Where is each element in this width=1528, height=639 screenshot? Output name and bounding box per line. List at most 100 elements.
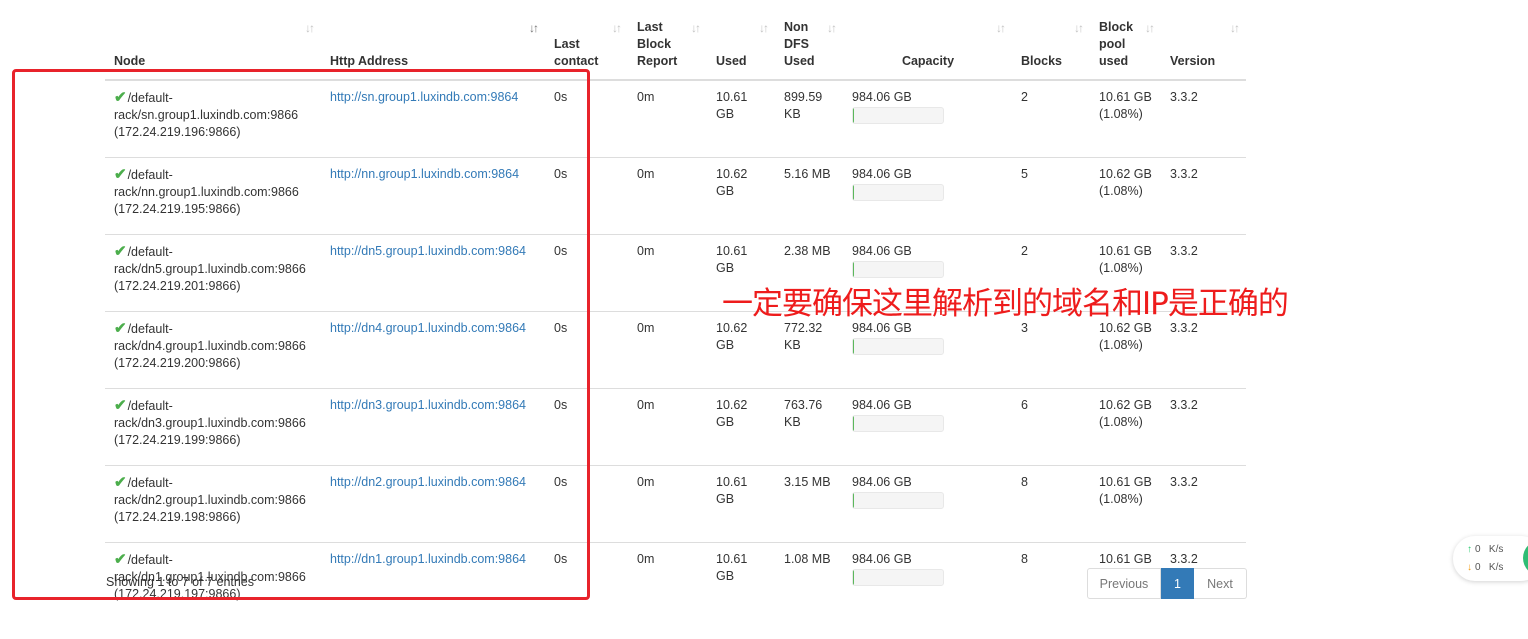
used: 10.61 GB [716,244,748,275]
capacity-value: 984.06 GB [852,244,912,258]
non-dfs-used: 899.59 KB [784,90,823,121]
upload-value: 0 [1475,544,1481,555]
column-header-0[interactable]: Node ↓↑ [105,10,321,81]
version: 3.3.2 [1170,167,1198,181]
node-host: rack/nn.group1.luxindb.com:9866 [114,185,299,199]
table-row: ✔/default-rack/nn.group1.luxindb.com:986… [105,157,1246,235]
non-dfs-used: 5.16 MB [784,167,831,181]
column-header-5[interactable]: Non DFS Used ↓↑ [775,10,843,81]
version: 3.3.2 [1170,90,1198,104]
next-page-button[interactable]: Next [1194,568,1247,599]
used: 10.61 GB [716,552,748,583]
column-header-label: Last contact [554,37,599,68]
column-header-6[interactable]: Capacity ↓↑ [843,10,1012,81]
column-header-1[interactable]: Http Address ↓↑ [321,10,545,81]
page-1-button[interactable]: 1 [1161,568,1194,599]
capacity-progress-bar [852,569,944,586]
blocks: 2 [1021,244,1028,258]
http-address-cell: http://dn2.group1.luxindb.com:9864 [321,465,545,543]
version: 3.3.2 [1170,552,1198,566]
widget-circle-icon[interactable] [1523,540,1528,576]
capacity-progress-bar [852,492,944,509]
non-dfs-used-cell: 1.08 MB [775,542,843,619]
arrow-down-icon: ↓ [1467,562,1472,573]
block-pool-used-cell: 10.61 GB (1.08%) [1090,80,1161,158]
node-cell: ✔/default-rack/dn4.group1.luxindb.com:98… [105,311,321,389]
sort-icon[interactable]: ↓↑ [1230,20,1240,37]
last-block-report: 0m [637,167,655,181]
last-contact: 0s [554,475,568,489]
block-pool-used-cell: 10.62 GB (1.08%) [1090,388,1161,466]
http-address-cell: http://dn4.group1.luxindb.com:9864 [321,311,545,389]
column-header-2[interactable]: Last contact ↓↑ [545,10,628,81]
http-address-link[interactable]: http://dn3.group1.luxindb.com:9864 [330,398,526,412]
node-host: rack/dn4.group1.luxindb.com:9866 [114,339,306,353]
sort-icon[interactable]: ↓↑ [305,20,315,37]
non-dfs-used-cell: 899.59 KB [775,80,843,158]
http-address-link[interactable]: http://dn5.group1.luxindb.com:9864 [330,244,526,258]
check-icon: ✔ [114,166,127,183]
download-value: 0 [1475,562,1481,573]
column-header-7[interactable]: Blocks ↓↑ [1012,10,1090,81]
used: 10.62 GB [716,398,748,429]
block-pool-percent: (1.08%) [1099,261,1143,275]
check-icon: ✔ [114,89,127,106]
block-pool-percent: (1.08%) [1099,338,1143,352]
column-header-4[interactable]: Used ↓↑ [707,10,775,81]
node-host: rack/sn.group1.luxindb.com:9866 [114,108,299,122]
last-contact-cell: 0s [545,80,628,158]
last-block-report: 0m [637,398,655,412]
used-cell: 10.61 GB [707,542,775,619]
node-cell: ✔/default-rack/dn2.group1.luxindb.com:98… [105,465,321,543]
version-cell: 3.3.2 [1161,157,1246,235]
last-contact: 0s [554,244,568,258]
network-speed-widget[interactable]: ↑ 0 K/s ↓ 0 K/s [1453,536,1528,581]
column-header-3[interactable]: Last Block Report ↓↑ [628,10,707,81]
column-header-8[interactable]: Block pool used ↓↑ [1090,10,1161,81]
download-unit: K/s [1488,562,1504,573]
non-dfs-used: 772.32 KB [784,321,823,352]
capacity-progress-bar [852,415,944,432]
block-pool-used: 10.62 GB [1099,167,1152,181]
sort-icon[interactable]: ↓↑ [691,20,701,37]
node-ip: (172.24.219.195:9866) [114,202,241,216]
blocks-cell: 5 [1012,157,1090,235]
blocks-cell: 8 [1012,542,1090,619]
http-address-link[interactable]: http://dn2.group1.luxindb.com:9864 [330,475,526,489]
sort-icon[interactable]: ↓↑ [827,20,837,37]
capacity-value: 984.06 GB [852,167,912,181]
sort-icon[interactable]: ↓↑ [759,20,769,37]
sort-icon[interactable]: ↓↑ [996,20,1006,37]
node-rack: /default- [127,168,173,182]
capacity-cell: 984.06 GB [843,542,1012,619]
used-cell: 10.61 GB [707,465,775,543]
last-contact-cell: 0s [545,465,628,543]
block-pool-used: 10.61 GB [1099,90,1152,104]
last-contact-cell: 0s [545,542,628,619]
node-rack: /default- [127,399,173,413]
http-address-link[interactable]: http://dn4.group1.luxindb.com:9864 [330,321,526,335]
version-cell: 3.3.2 [1161,80,1246,158]
http-address-link[interactable]: http://sn.group1.luxindb.com:9864 [330,90,518,104]
sort-icon[interactable]: ↓↑ [1145,20,1155,37]
node-cell: ✔/default-rack/dn5.group1.luxindb.com:98… [105,234,321,312]
sort-icon[interactable]: ↓↑ [1074,20,1084,37]
block-pool-percent: (1.08%) [1099,107,1143,121]
sort-icon[interactable]: ↓↑ [612,20,622,37]
node-rack: /default- [127,245,173,259]
http-address-link[interactable]: http://dn1.group1.luxindb.com:9864 [330,552,526,566]
version-cell: 3.3.2 [1161,465,1246,543]
column-header-9[interactable]: Version ↓↑ [1161,10,1246,81]
node-rack: /default- [127,322,173,336]
node-ip: (172.24.219.199:9866) [114,433,241,447]
table-header-row: Node ↓↑ Http Address ↓↑ Last contact ↓↑ Last B… [105,10,1246,81]
version: 3.3.2 [1170,244,1198,258]
node-rack: /default- [127,91,173,105]
node-cell: ✔/default-rack/nn.group1.luxindb.com:986… [105,157,321,235]
last-contact-cell: 0s [545,388,628,466]
sort-icon[interactable]: ↓↑ [529,20,539,37]
table-row: ✔/default-rack/dn1.group1.luxindb.com:98… [105,542,1246,619]
previous-page-button[interactable]: Previous [1087,568,1161,599]
http-address-link[interactable]: http://nn.group1.luxindb.com:9864 [330,167,519,181]
last-contact-cell: 0s [545,234,628,312]
